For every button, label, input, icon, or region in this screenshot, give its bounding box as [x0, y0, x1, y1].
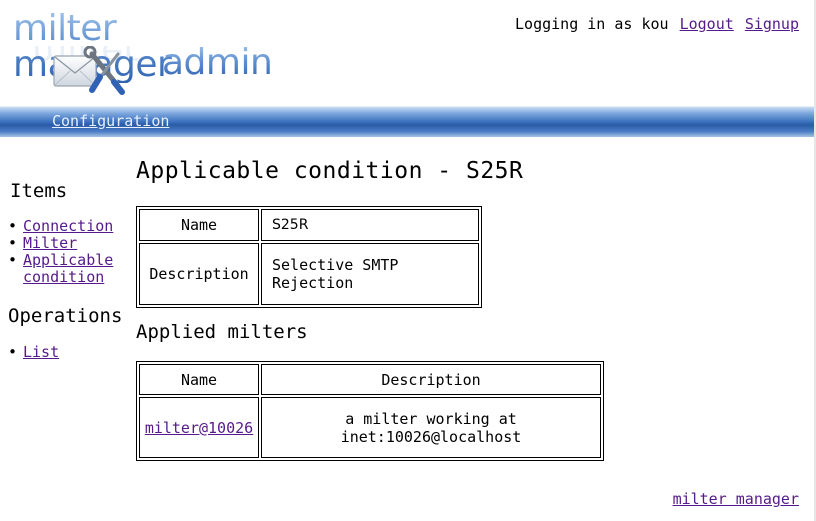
table-row: milter@10026 a milter working at inet:10… [139, 397, 601, 458]
sidebar-link-applicable-condition[interactable]: Applicable condition [23, 251, 113, 286]
sidebar-item-milter: Milter [8, 234, 118, 253]
table-header-row: Name Description [139, 364, 601, 395]
page-title: Applicable condition - S25R [136, 158, 524, 184]
sidebar-items-heading: Items [10, 180, 68, 202]
sidebar-link-milter[interactable]: Milter [23, 234, 77, 252]
table-row: Name S25R [139, 209, 479, 241]
logout-link[interactable]: Logout [680, 15, 734, 33]
description-value: Selective SMTP Rejection [261, 243, 479, 305]
applied-milters-heading: Applied milters [136, 321, 308, 343]
footer-milter-manager-link[interactable]: milter manager [673, 490, 799, 508]
sidebar-item-applicable-condition: Applicable condition [8, 252, 118, 286]
sidebar-link-list[interactable]: List [23, 343, 59, 361]
nav-configuration-link[interactable]: Configuration [52, 112, 169, 130]
milter-description-cell: a milter working at inet:10026@localhost [261, 397, 601, 458]
name-header: Name [139, 209, 259, 241]
sidebar-item-connection: Connection [8, 217, 118, 236]
column-header-name: Name [139, 364, 259, 395]
sidebar-operations-heading: Operations [8, 305, 123, 327]
milter-name-cell: milter@10026 [139, 397, 259, 458]
mail-tools-icon [53, 46, 125, 95]
app-logo[interactable]: milter manager milter manager admin [12, 8, 273, 96]
applied-milters-table: Name Description milter@10026 a milter w… [136, 361, 604, 461]
name-value: S25R [261, 209, 479, 241]
condition-details-table: Name S25R Description Selective SMTP Rej… [136, 206, 482, 308]
milter-link[interactable]: milter@10026 [145, 419, 253, 437]
description-header: Description [139, 243, 259, 305]
table-row: Description Selective SMTP Rejection [139, 243, 479, 305]
sidebar-item-list: List [8, 343, 59, 362]
sidebar-operations-list: List [8, 343, 59, 362]
sidebar-items-list: Connection Milter Applicable condition [8, 218, 118, 286]
column-header-description: Description [261, 364, 601, 395]
login-status: Logging in as kou Logout Signup [515, 15, 799, 33]
login-text: Logging in as kou [515, 15, 669, 33]
nav-bar: Configuration [0, 106, 814, 137]
sidebar-link-connection[interactable]: Connection [23, 217, 113, 235]
logo-text-line2: admin [162, 42, 273, 83]
signup-link[interactable]: Signup [745, 15, 799, 33]
